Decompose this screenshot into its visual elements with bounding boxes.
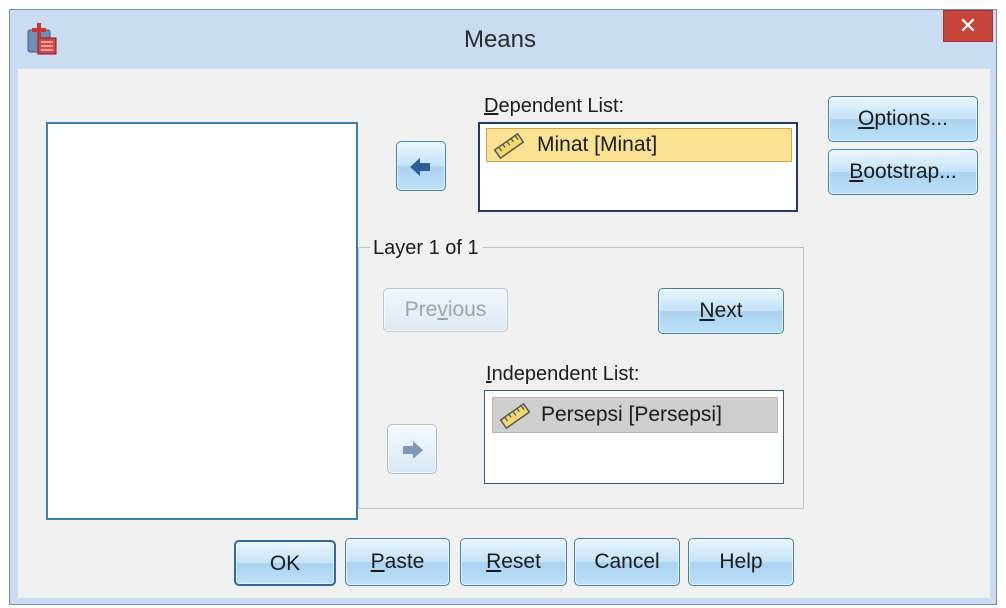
next-layer-button[interactable]: Next (658, 288, 784, 334)
spss-app-icon (24, 20, 60, 56)
independent-list-item[interactable]: Persepsi [Persepsi] (492, 397, 778, 433)
dependent-list-item[interactable]: Minat [Minat] (486, 128, 792, 162)
scale-ruler-icon (499, 403, 531, 429)
reset-button[interactable]: Reset (460, 538, 567, 586)
window-title: Means (463, 26, 537, 53)
independent-item-label: Persepsi [Persepsi] (541, 403, 722, 426)
arrow-right-icon (403, 441, 423, 459)
scale-ruler-icon (493, 133, 525, 159)
options-button[interactable]: Options... (828, 96, 978, 142)
dependent-item-label: Minat [Minat] (537, 133, 658, 156)
previous-layer-button[interactable]: Previous (383, 288, 508, 332)
close-button[interactable]: ✕ (943, 10, 993, 42)
move-to-dependent-button[interactable] (396, 141, 446, 191)
independent-list-label: Independent List: (486, 363, 640, 385)
arrow-left-icon (410, 158, 430, 176)
source-variable-list[interactable] (46, 122, 358, 520)
close-icon: ✕ (958, 13, 978, 38)
cancel-button[interactable]: Cancel (574, 538, 680, 586)
ok-button[interactable]: OK (234, 540, 336, 586)
move-to-independent-button[interactable] (387, 424, 437, 474)
paste-button[interactable]: Paste (345, 538, 450, 586)
bootstrap-button[interactable]: Bootstrap... (828, 149, 978, 195)
layer-legend: Layer 1 of 1 (370, 236, 482, 260)
dependent-list-label: Dependent List: (484, 95, 625, 117)
help-button[interactable]: Help (688, 538, 794, 586)
